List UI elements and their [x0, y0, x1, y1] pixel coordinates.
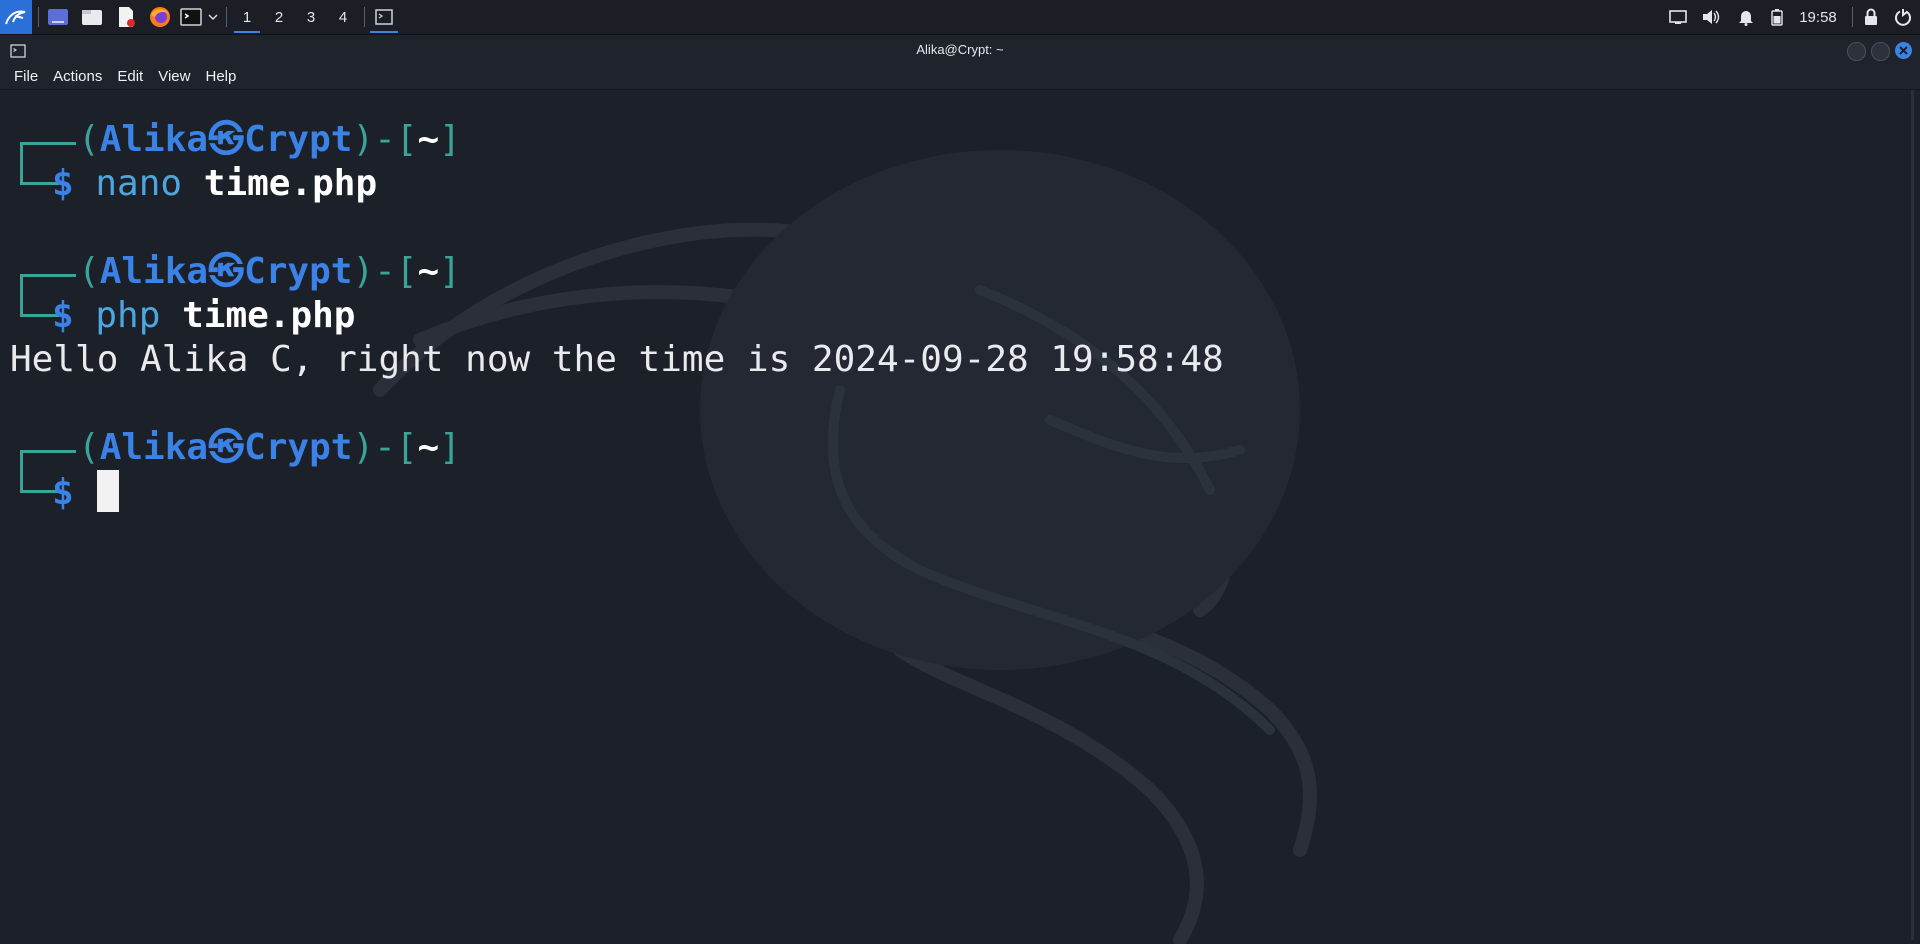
file-manager-icon[interactable]: [78, 0, 106, 34]
kali-menu-icon[interactable]: [0, 0, 32, 34]
command-line: $ nano time.php: [52, 162, 377, 206]
workspace-label: 2: [274, 8, 284, 26]
battery-icon[interactable]: [1765, 0, 1789, 34]
command-arg: time.php: [182, 295, 356, 336]
prompt-path: ~: [417, 251, 440, 292]
prompt-path: ~: [417, 119, 440, 160]
menu-file[interactable]: File: [7, 65, 45, 89]
close-button[interactable]: [1895, 42, 1912, 59]
window-titlebar[interactable]: Alika@Crypt: ~: [0, 35, 1920, 65]
top-panel: 1 2 3 4 19:58: [0, 0, 1920, 35]
firefox-icon[interactable]: [146, 0, 174, 34]
prompt-host: Crypt: [244, 251, 353, 292]
prompt-user: Alika: [99, 119, 209, 160]
lock-icon[interactable]: [1857, 0, 1885, 34]
command-name: php: [95, 295, 161, 336]
text-cursor[interactable]: [97, 470, 120, 512]
terminal-icon[interactable]: [178, 0, 204, 34]
menu-help[interactable]: Help: [198, 65, 243, 89]
terminal-area[interactable]: (Alika㉿Crypt)-[~] $ nano time.php (Alika…: [0, 89, 1920, 944]
terminal-scrollbar[interactable]: [1911, 90, 1914, 940]
prompt-skull: ㉿: [208, 251, 245, 292]
command-line: $: [52, 470, 120, 515]
prompt-user: Alika: [99, 251, 209, 292]
menu-edit[interactable]: Edit: [110, 65, 150, 89]
window-title: Alika@Crypt: ~: [916, 42, 1004, 57]
command-arg: time.php: [203, 163, 378, 204]
prompt-line: (Alika㉿Crypt)-[~]: [78, 251, 461, 292]
command-name: nano: [95, 163, 183, 204]
prompt-path: ~: [417, 427, 440, 468]
workspace-label: 4: [338, 8, 348, 26]
menu-bar: File Actions Edit View Help: [0, 65, 1920, 89]
command-output: Hello Alika C, right now the time is 202…: [10, 339, 1224, 380]
prompt-skull: ㉿: [208, 427, 245, 468]
workspace-3[interactable]: 3: [296, 0, 326, 34]
workspace-1[interactable]: 1: [232, 0, 262, 34]
volume-icon[interactable]: [1697, 0, 1725, 34]
desktop-icon[interactable]: [44, 0, 72, 34]
command-line: $ php time.php: [52, 294, 355, 338]
power-icon[interactable]: [1889, 0, 1917, 34]
prompt-dollar: $: [52, 472, 74, 513]
menu-view[interactable]: View: [151, 65, 197, 89]
prompt-host: Crypt: [244, 427, 353, 468]
minimize-button[interactable]: [1847, 42, 1866, 61]
panel-clock[interactable]: 19:58: [1794, 0, 1842, 34]
prompt-host: Crypt: [244, 119, 353, 160]
prompt-dollar: $: [52, 295, 74, 336]
prompt-user: Alika: [99, 427, 209, 468]
prompt-skull: ㉿: [208, 119, 245, 160]
menu-actions[interactable]: Actions: [46, 65, 109, 89]
terminal-icon: [375, 9, 393, 25]
kali-dragon-watermark: [373, 150, 1317, 944]
prompt-line: (Alika㉿Crypt)-[~]: [78, 427, 461, 468]
workspace-2[interactable]: 2: [264, 0, 294, 34]
taskbar-terminal-window[interactable]: [368, 0, 400, 34]
chevron-down-icon[interactable]: [206, 0, 220, 34]
workspace-label: 1: [242, 8, 252, 26]
prompt-dollar: $: [52, 163, 74, 204]
screen-icon[interactable]: [1664, 0, 1692, 34]
prompt-line: (Alika㉿Crypt)-[~]: [78, 119, 461, 160]
text-editor-icon[interactable]: [112, 0, 140, 34]
prompt-frame-top: [20, 450, 76, 453]
workspace-label: 3: [306, 8, 316, 26]
close-icon: [1899, 46, 1908, 55]
prompt-frame-top: [20, 274, 76, 277]
prompt-frame-top: [20, 142, 76, 145]
bell-icon[interactable]: [1732, 0, 1760, 34]
maximize-button[interactable]: [1871, 42, 1890, 61]
workspace-4[interactable]: 4: [328, 0, 358, 34]
